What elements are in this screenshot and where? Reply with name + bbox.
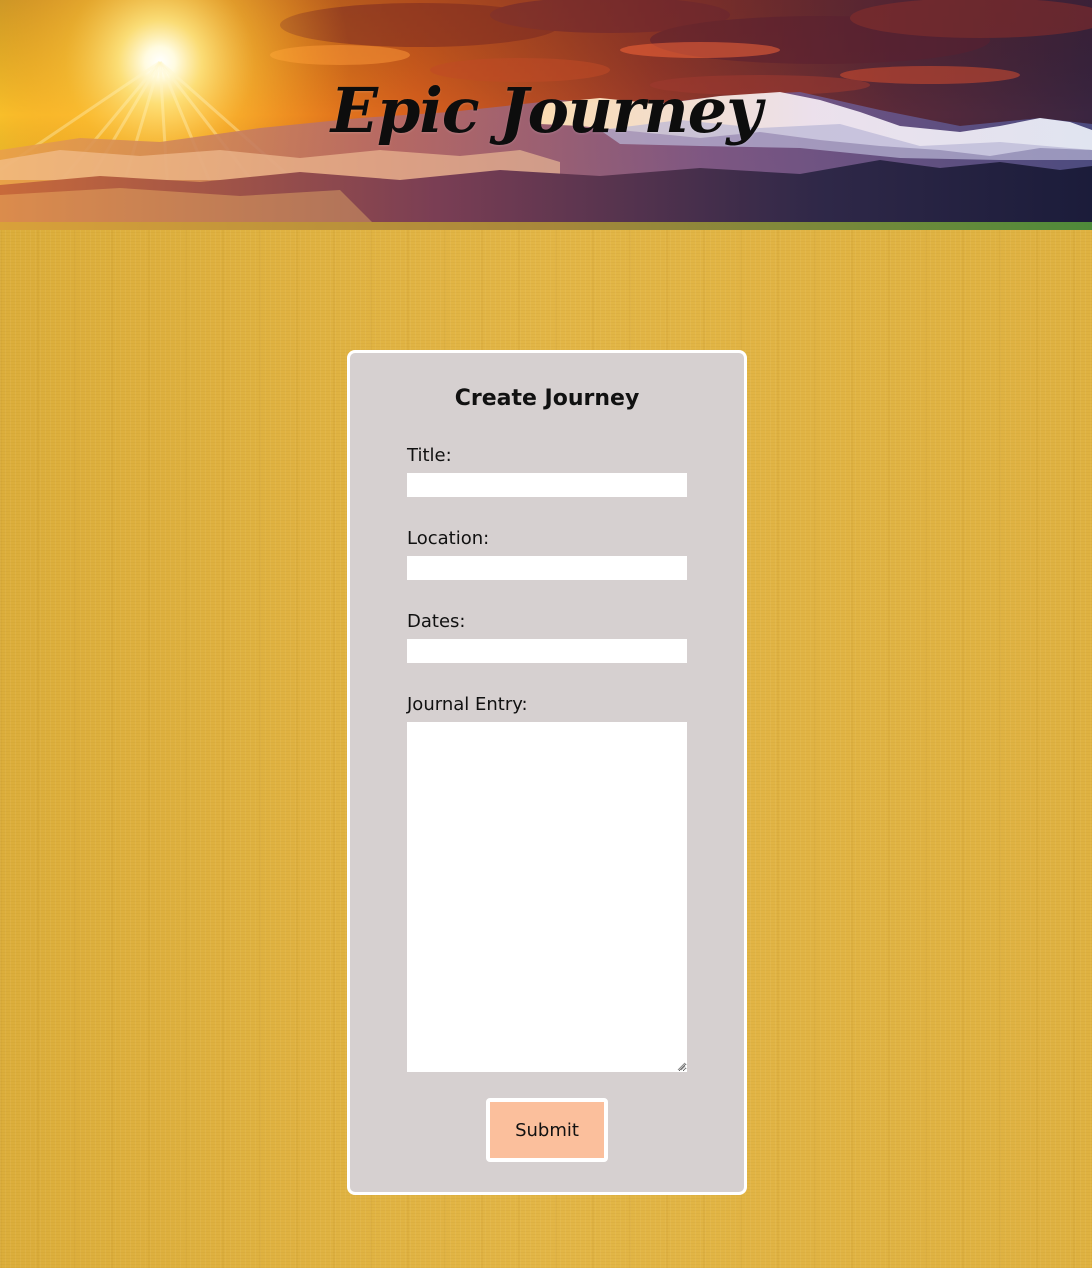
title-input[interactable] — [407, 473, 687, 497]
create-journey-form: Create Journey Title: Location: Dates: J… — [347, 350, 747, 1195]
journal-entry-label: Journal Entry: — [407, 694, 528, 715]
title-label: Title: — [407, 445, 452, 466]
dates-input[interactable] — [407, 639, 687, 663]
dates-label: Dates: — [407, 611, 466, 632]
journal-entry-textarea[interactable] — [407, 722, 687, 1072]
header-banner: Epic Journey — [0, 0, 1092, 230]
location-input[interactable] — [407, 556, 687, 580]
submit-button[interactable]: Submit — [486, 1098, 608, 1162]
location-label: Location: — [407, 528, 490, 549]
form-title: Create Journey — [454, 386, 640, 411]
site-title: Epic Journey — [330, 74, 762, 147]
